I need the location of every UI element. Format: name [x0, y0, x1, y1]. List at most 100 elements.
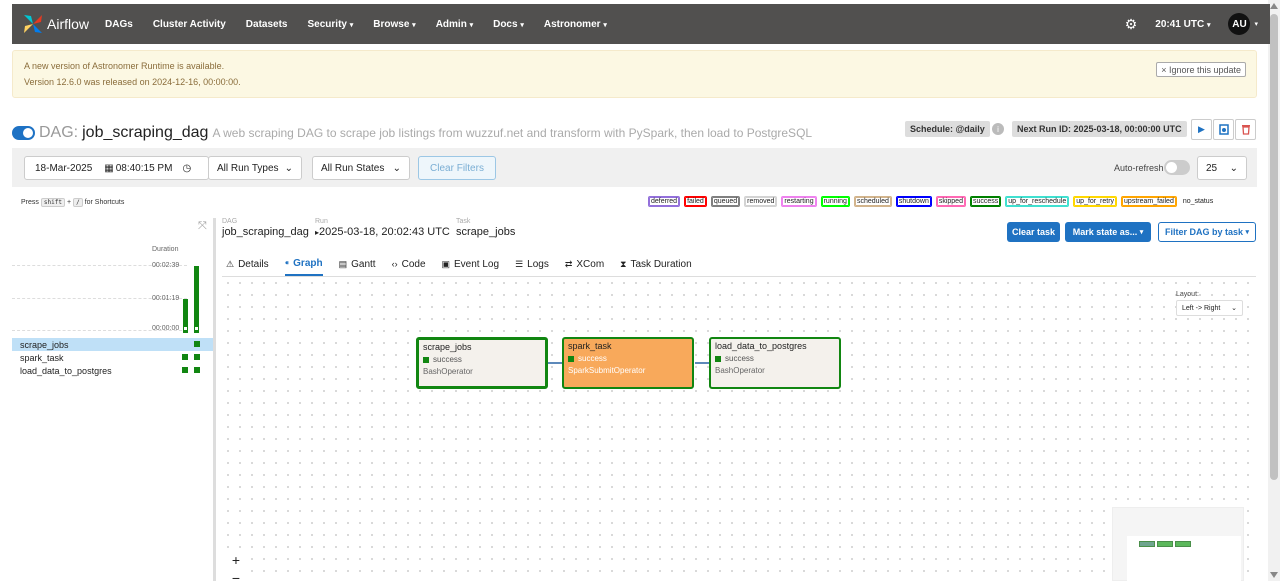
zoom-out-button[interactable]: − [226, 569, 246, 587]
task-instance-square[interactable] [194, 367, 200, 373]
tab-code[interactable]: ‹› Code [392, 252, 426, 276]
legend-removed[interactable]: removed [744, 196, 778, 207]
parse-dag-button[interactable] [1213, 119, 1234, 140]
minimap-node [1157, 541, 1173, 547]
clear-filters-button[interactable]: Clear Filters [418, 156, 496, 180]
dag-graph-canvas[interactable]: scrape_jobs success BashOperator spark_t… [222, 277, 1256, 587]
graph-node-scrape-jobs[interactable]: scrape_jobs success BashOperator [416, 337, 548, 389]
scroll-up-icon[interactable] [1270, 3, 1278, 9]
ignore-update-button[interactable]: × Ignore this update [1156, 62, 1246, 77]
crumb-task[interactable]: Task scrape_jobs [456, 218, 515, 238]
task-row-scrape-jobs[interactable]: scrape_jobs [12, 338, 213, 351]
trigger-dag-button[interactable]: ▶ [1191, 119, 1212, 140]
top-navbar: Airflow DAGs Cluster Activity Datasets S… [12, 4, 1270, 44]
task-instance-square[interactable] [194, 341, 200, 347]
legend-queued[interactable]: queued [710, 196, 741, 207]
nav-security[interactable]: Security ▾ [308, 19, 354, 30]
num-runs-select[interactable]: 25 ⌄ [1197, 156, 1247, 180]
layout-select[interactable]: Left -> Right ⌄ [1176, 300, 1243, 316]
chevron-down-icon: ▾ [412, 21, 416, 29]
alert-line-1: A new version of Astronomer Runtime is a… [24, 61, 225, 71]
task-instance-square[interactable] [182, 367, 188, 373]
crumb-dag[interactable]: DAG job_scraping_dag [222, 218, 309, 238]
scroll-down-icon[interactable] [1270, 572, 1278, 578]
run-type-select[interactable]: All Run Types ⌄ [208, 156, 302, 180]
task-name: spark_task [20, 352, 64, 363]
nav-time[interactable]: 20:41 UTC ▾ [1155, 19, 1210, 30]
delete-dag-button[interactable] [1235, 119, 1256, 140]
legend-deferred[interactable]: deferred [648, 196, 681, 207]
tab-logs[interactable]: ☰ Logs [515, 252, 549, 276]
shortcuts-press: Press [21, 199, 39, 206]
base-date-picker[interactable]: 18-Mar-2025 ▦ 08:40:15 PM ◷ [24, 156, 209, 180]
run-state-select[interactable]: All Run States ⌄ [312, 156, 410, 180]
shift-key: shift [40, 198, 65, 207]
zoom-in-button[interactable]: + [226, 551, 246, 569]
tab-graph[interactable]: ⁌ Graph [284, 252, 323, 276]
run-duration-bar[interactable] [194, 266, 199, 333]
chevron-down-icon[interactable]: ▾ [1254, 20, 1258, 28]
nav-cluster-activity[interactable]: Cluster Activity [153, 19, 226, 30]
tab-details[interactable]: ⚠ Details [226, 252, 269, 276]
task-instance-square[interactable] [182, 354, 188, 360]
tab-label: Logs [527, 258, 549, 270]
mark-state-label: Mark state as... [1072, 227, 1138, 237]
tab-gantt[interactable]: ▤ Gantt [339, 252, 376, 276]
collapse-icon[interactable]: ⤧ [198, 220, 207, 233]
minimap-viewport [1127, 536, 1241, 582]
nav-astronomer[interactable]: Astronomer ▾ [544, 19, 607, 30]
mark-state-button[interactable]: Mark state as... ▾ [1065, 222, 1151, 242]
tab-event-log[interactable]: ▣ Event Log [442, 252, 500, 276]
legend-running[interactable]: running [820, 196, 850, 207]
info-icon[interactable]: i [992, 123, 1004, 135]
tab-task-duration[interactable]: ⧗ Task Duration [620, 252, 691, 276]
nav-datasets[interactable]: Datasets [246, 19, 288, 30]
gear-icon[interactable]: ⚙ [1125, 16, 1138, 33]
legend-no-status[interactable]: no_status [1180, 197, 1216, 206]
legend-scheduled[interactable]: scheduled [853, 196, 892, 207]
legend-shutdown[interactable]: shutdown [895, 196, 932, 207]
chevron-down-icon: ▾ [1206, 21, 1211, 29]
node-name: spark_task [568, 341, 612, 351]
legend-up-for-reschedule[interactable]: up_for_reschedule [1005, 196, 1070, 207]
clear-task-button[interactable]: Clear task [1007, 222, 1060, 242]
legend-failed[interactable]: failed [684, 196, 707, 207]
nav-browse[interactable]: Browse ▾ [373, 19, 415, 30]
legend-upstream-failed[interactable]: upstream_failed [1121, 196, 1177, 207]
node-name: load_data_to_postgres [715, 341, 807, 351]
chevron-down-icon: ▾ [603, 21, 607, 29]
shortcuts-hint: Press shift + / for Shortcuts [21, 198, 124, 207]
graph-node-load-data[interactable]: load_data_to_postgres success BashOperat… [709, 337, 841, 389]
graph-minimap[interactable] [1112, 507, 1244, 582]
chevron-down-icon: ▾ [1245, 229, 1250, 236]
avatar[interactable]: AU [1228, 13, 1251, 35]
nav-dags[interactable]: DAGs [105, 19, 133, 30]
scroll-thumb[interactable] [1270, 14, 1278, 480]
dag-pause-toggle[interactable] [12, 126, 35, 140]
trash-icon [1241, 125, 1250, 135]
nav-admin-label: Admin [435, 18, 467, 30]
tab-xcom[interactable]: ⇄ XCom [565, 252, 604, 276]
airflow-logo[interactable]: Airflow [22, 13, 89, 35]
legend-skipped[interactable]: skipped [935, 196, 966, 207]
chevron-down-icon: ▾ [469, 21, 474, 29]
page-scrollbar[interactable] [1268, 0, 1280, 581]
filter-dag-button[interactable]: Filter DAG by task ▾ [1158, 222, 1256, 242]
legend-restarting[interactable]: restarting [781, 196, 817, 207]
nav-admin[interactable]: Admin ▾ [436, 19, 473, 30]
legend-success[interactable]: success [969, 196, 1002, 207]
task-instance-square[interactable] [194, 354, 200, 360]
task-name: load_data_to_postgres [20, 365, 112, 376]
nav-security-label: Security [307, 18, 347, 30]
auto-refresh-toggle[interactable] [1164, 160, 1190, 175]
nav-docs[interactable]: Docs ▾ [493, 19, 524, 30]
crumb-run[interactable]: Run ▸2025-03-18, 20:02:43 UTC [315, 218, 450, 238]
run-type-marker [184, 327, 187, 330]
detail-tabs: ⚠ Details ⁌ Graph ▤ Gantt ‹› Code ▣ Event Log… [222, 252, 708, 276]
panel-resize-handle[interactable] [213, 218, 216, 581]
legend-up-for-retry[interactable]: up_for_retry [1073, 196, 1118, 207]
graph-node-spark-task[interactable]: spark_task success SparkSubmitOperator [562, 337, 694, 389]
schedule-badge: Schedule: @daily [905, 121, 990, 137]
node-operator: BashOperator [715, 366, 765, 375]
filter-dag-label: Filter DAG by task [1164, 227, 1243, 237]
